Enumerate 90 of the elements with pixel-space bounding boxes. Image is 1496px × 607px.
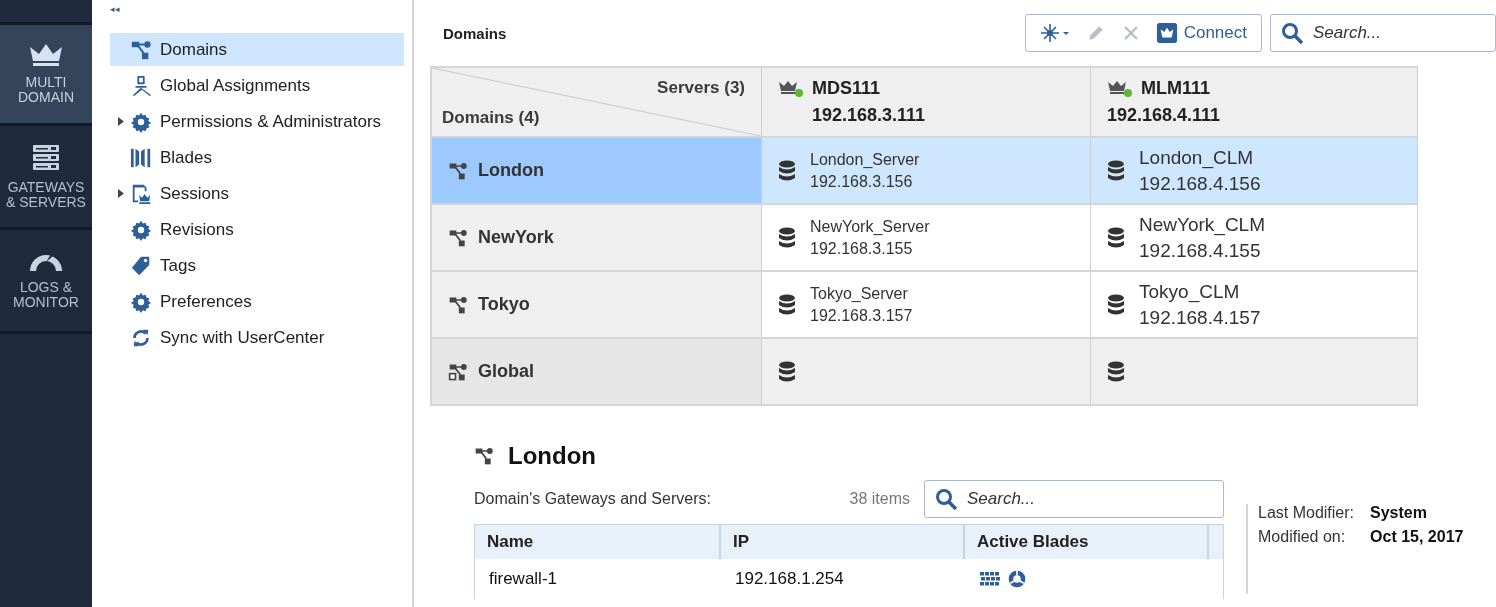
domain-tree-icon	[448, 160, 468, 181]
search-field[interactable]: Search...	[924, 480, 1224, 518]
collapse-button[interactable]: ◂◂	[110, 4, 120, 14]
matrix-cell[interactable]: Tokyo_Server 192.168.3.157	[762, 270, 1091, 337]
page-title: Domains	[443, 24, 508, 42]
tree-item[interactable]: Sessions	[110, 177, 404, 210]
column-header[interactable]: IP	[721, 525, 965, 559]
domain-row-header[interactable]: London	[432, 136, 762, 203]
matrix-cell[interactable]: London_CLM 192.168.4.156	[1091, 136, 1418, 203]
server-ip: 192.168.3.111	[812, 105, 927, 126]
servers-count-label: Servers (3)	[657, 78, 745, 98]
list-label: Domain's Gateways and Servers:	[474, 490, 712, 508]
search-icon	[934, 487, 958, 511]
server-name: Tokyo_Server	[810, 284, 909, 303]
expand-arrow-icon	[118, 189, 124, 198]
tree-item[interactable]: Sync with UserCenter	[110, 321, 404, 354]
server-ip: 192.168.3.157	[810, 306, 913, 325]
server-ip: 192.168.3.155	[810, 239, 914, 258]
domain-tree-icon	[448, 294, 468, 315]
domain-row-header[interactable]: Global	[432, 337, 762, 404]
meta-value: System	[1370, 504, 1428, 522]
server-name: Tokyo_CLM	[1139, 280, 1241, 303]
nav-rail-item[interactable]: GATEWAYS & SERVERS	[0, 126, 92, 230]
domain-row-header[interactable]: Tokyo	[432, 270, 762, 337]
server-ip: 192.168.4.155	[1139, 239, 1262, 262]
tree-item[interactable]: Domains	[110, 33, 404, 66]
tag-icon	[130, 254, 152, 277]
connect-button[interactable]: Connect	[1149, 18, 1253, 48]
nav-rail-item[interactable]: MULTI DOMAIN	[0, 22, 92, 126]
server-name: MDS111	[812, 78, 881, 99]
server-ip: 192.168.3.156	[810, 172, 914, 191]
ring-icon	[1007, 569, 1027, 589]
domain-row-header[interactable]: NewYork	[432, 203, 762, 270]
database-icon	[1107, 159, 1125, 182]
database-icon	[778, 159, 796, 182]
domain-tree-icon	[448, 227, 468, 248]
tree-item[interactable]: Blades	[110, 141, 404, 174]
search-icon	[1280, 21, 1304, 45]
crown-status-icon	[1107, 79, 1133, 98]
matrix-cell[interactable]	[762, 337, 1091, 404]
matrix-cell[interactable]: Tokyo_CLM 192.168.4.157	[1091, 270, 1418, 337]
matrix-cell[interactable]	[1091, 337, 1418, 404]
server-rack-icon	[32, 143, 60, 172]
table-cell-text: 192.168.1.254	[734, 569, 845, 589]
matrix-cell[interactable]: NewYork_CLM 192.168.4.155	[1091, 203, 1418, 270]
database-icon	[778, 226, 796, 249]
sparkle-caret-icon	[1039, 23, 1070, 43]
meta-value: Oct 15, 2017	[1370, 528, 1464, 546]
search-field[interactable]: Search...	[1270, 14, 1496, 52]
server-ip: 192.168.4.156	[1139, 172, 1261, 195]
tree-item[interactable]: Global Assignments	[110, 69, 404, 102]
server-name: NewYork_CLM	[1139, 213, 1265, 236]
expand-arrow-icon	[118, 117, 124, 126]
column-header[interactable]: Name	[475, 525, 721, 559]
person-arrows-icon	[130, 74, 152, 97]
server-name: MLM111	[1141, 78, 1211, 99]
crown-icon	[1155, 22, 1178, 44]
domain-tree-icon	[130, 38, 152, 61]
server-name: London_CLM	[1139, 146, 1255, 169]
server-ip: 192.168.4.111	[1107, 105, 1222, 126]
blades-icon	[130, 146, 152, 169]
database-icon	[1107, 360, 1125, 383]
tree-item[interactable]: Permissions & Administrators	[110, 105, 404, 138]
global-domain-icon	[448, 361, 468, 382]
server-name: NewYork_Server	[810, 217, 930, 236]
table-cell-text: firewall-1	[488, 569, 559, 589]
server-name: London_Server	[810, 150, 920, 169]
column-header[interactable]: Active Blades	[965, 525, 1209, 559]
domains-count-label: Domains (4)	[442, 108, 540, 128]
meta-label: Modified on:	[1258, 528, 1347, 546]
item-count: 38 items	[849, 490, 910, 508]
tree-item[interactable]: Tags	[110, 249, 404, 282]
crown-icon	[28, 43, 64, 67]
meta-label: Last Modifier:	[1258, 504, 1355, 522]
crown-status-icon	[778, 79, 804, 98]
tree-item[interactable]: Revisions	[110, 213, 404, 246]
tree-item[interactable]: Preferences	[110, 285, 404, 318]
database-icon	[778, 360, 796, 383]
firewall-icon	[979, 571, 1001, 587]
domain-tree-icon	[474, 446, 494, 466]
server-ip: 192.168.4.157	[1139, 306, 1261, 329]
database-icon	[1107, 226, 1125, 249]
nav-rail-item[interactable]: LOGS & MONITOR	[0, 230, 92, 334]
close-icon	[1121, 24, 1140, 42]
matrix-cell[interactable]: NewYork_Server 192.168.3.155	[762, 203, 1091, 270]
session-icon	[130, 182, 152, 205]
details-title: London	[508, 442, 596, 470]
database-icon	[778, 293, 796, 316]
database-icon	[1107, 293, 1125, 316]
matrix-cell[interactable]: London_Server 192.168.3.156	[762, 136, 1091, 203]
